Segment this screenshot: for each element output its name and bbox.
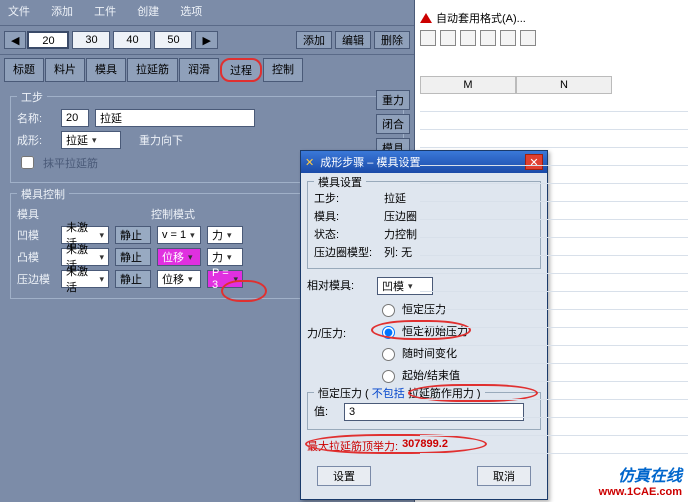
spreadsheet-toolbar: 自动套用格式(A)...: [420, 10, 688, 26]
name-field[interactable]: 拉延: [95, 109, 255, 127]
column-headers: M N: [420, 76, 688, 94]
dialog-cancel-button[interactable]: 取消: [477, 466, 531, 486]
max-force-label: 最大拉延筋顶举力:: [307, 438, 398, 454]
menu-create[interactable]: 创建: [137, 6, 159, 18]
menu-work[interactable]: 工件: [94, 6, 116, 18]
dialog-x-icon: ✕: [305, 156, 314, 169]
step-tab-50[interactable]: 50: [154, 31, 192, 49]
toolbar-icon-6[interactable]: [520, 30, 536, 46]
tool-col-label: 模具: [17, 206, 55, 222]
not-included-link[interactable]: 不包括: [372, 388, 405, 400]
toolbar-icon-2[interactable]: [440, 30, 456, 46]
info-step: 拉延: [384, 190, 406, 206]
step-edit-button[interactable]: 编辑: [335, 31, 371, 49]
toolbar-icon-4[interactable]: [480, 30, 496, 46]
dialog-info-title: 模具设置: [314, 174, 366, 190]
col-header-n[interactable]: N: [516, 76, 612, 94]
tool-row-0-b: 静止: [115, 226, 151, 244]
auto-format-menu[interactable]: 自动套用格式(A)...: [436, 10, 526, 26]
toolbar-icon-1[interactable]: [420, 30, 436, 46]
name-label: 名称:: [17, 110, 55, 126]
tool-row-2-c[interactable]: 位移: [157, 270, 201, 288]
side-redo-button[interactable]: 重力: [376, 90, 410, 110]
tool-row-1-name: 凸模: [17, 249, 55, 265]
gongbu-group-title: 工步: [17, 89, 47, 105]
tool-row-0-d[interactable]: 力: [207, 226, 243, 244]
col-header-m[interactable]: M: [420, 76, 516, 94]
flatten-checkbox[interactable]: [21, 156, 34, 169]
dialog-set-button[interactable]: 设置: [317, 466, 371, 486]
side-buttons: 重力 闭合 模具: [376, 90, 410, 158]
tool-row-1-c[interactable]: 位移: [157, 248, 201, 266]
spreadsheet-area: 自动套用格式(A)... M N: [420, 8, 688, 454]
cat-tab-tool[interactable]: 模具: [86, 58, 126, 82]
mode-col-label: 控制模式: [151, 206, 195, 222]
tool-row-1-d[interactable]: 力: [207, 248, 243, 266]
tool-control-title: 模具控制: [17, 186, 69, 202]
watermark: 仿真在线 www.1CAE.com: [599, 462, 682, 498]
shape-select[interactable]: 拉延: [61, 131, 121, 149]
step-tab-40[interactable]: 40: [113, 31, 151, 49]
info-tool: 压边圈: [384, 208, 417, 224]
menu-add[interactable]: 添加: [51, 6, 73, 18]
step-tab-20[interactable]: 20: [27, 31, 69, 49]
tool-row-0-name: 凹模: [17, 227, 55, 243]
value-label: 值:: [314, 403, 344, 421]
menu-bar: 文件 添加 工件 创建 选项: [0, 0, 414, 22]
cat-tab-drawbead[interactable]: 拉延筋: [127, 58, 178, 82]
tool-row-2-a[interactable]: 未激活: [61, 270, 109, 288]
tool-row-0-c[interactable]: v = 1: [157, 226, 201, 244]
cat-tab-process[interactable]: 过程: [220, 58, 262, 82]
watermark-title: 仿真在线: [599, 462, 682, 486]
dialog-title-text: 成形步骤 – 模具设置: [320, 154, 420, 170]
font-color-icon[interactable]: [420, 13, 432, 23]
step-tab-30[interactable]: 30: [72, 31, 110, 49]
step-add-button[interactable]: 添加: [296, 31, 332, 49]
tool-row-2-d[interactable]: P = 3: [207, 270, 243, 288]
shape-label: 成形:: [17, 132, 55, 148]
side-close-button[interactable]: 闭合: [376, 114, 410, 134]
menu-file[interactable]: 文件: [8, 6, 30, 18]
tool-row-2-b: 静止: [115, 270, 151, 288]
tool-row-2-name: 压边模: [17, 271, 55, 287]
info-model: 列: 无: [384, 244, 412, 260]
relative-tool-label: 相对模具:: [307, 277, 377, 295]
force-label: 力/压力:: [307, 325, 346, 341]
gravity-label: 重力向下: [139, 132, 183, 148]
cat-tab-title[interactable]: 标题: [4, 58, 44, 82]
cat-tab-lube[interactable]: 润滑: [179, 58, 219, 82]
cat-tab-blank[interactable]: 料片: [45, 58, 85, 82]
watermark-url: www.1CAE.com: [599, 486, 682, 498]
name-step-field[interactable]: 20: [61, 109, 89, 127]
menu-options[interactable]: 选项: [180, 6, 202, 18]
step-next-button[interactable]: ▶: [195, 31, 217, 49]
step-delete-button[interactable]: 删除: [374, 31, 410, 49]
step-prev-button[interactable]: ◀: [4, 31, 26, 49]
toolbar-icon-3[interactable]: [460, 30, 476, 46]
toolbar-icon-5[interactable]: [500, 30, 516, 46]
spreadsheet-grid[interactable]: [420, 94, 688, 454]
info-state: 力控制: [384, 226, 417, 242]
category-tabs: 标题 料片 模具 拉延筋 润滑 过程 控制: [0, 58, 414, 82]
cat-tab-control[interactable]: 控制: [263, 58, 303, 82]
step-tab-row: ◀ 20 30 40 50 ▶ 添加 编辑 删除: [0, 29, 414, 51]
flatten-label: 抹平拉延筋: [43, 155, 98, 171]
tool-row-1-b: 静止: [115, 248, 151, 266]
